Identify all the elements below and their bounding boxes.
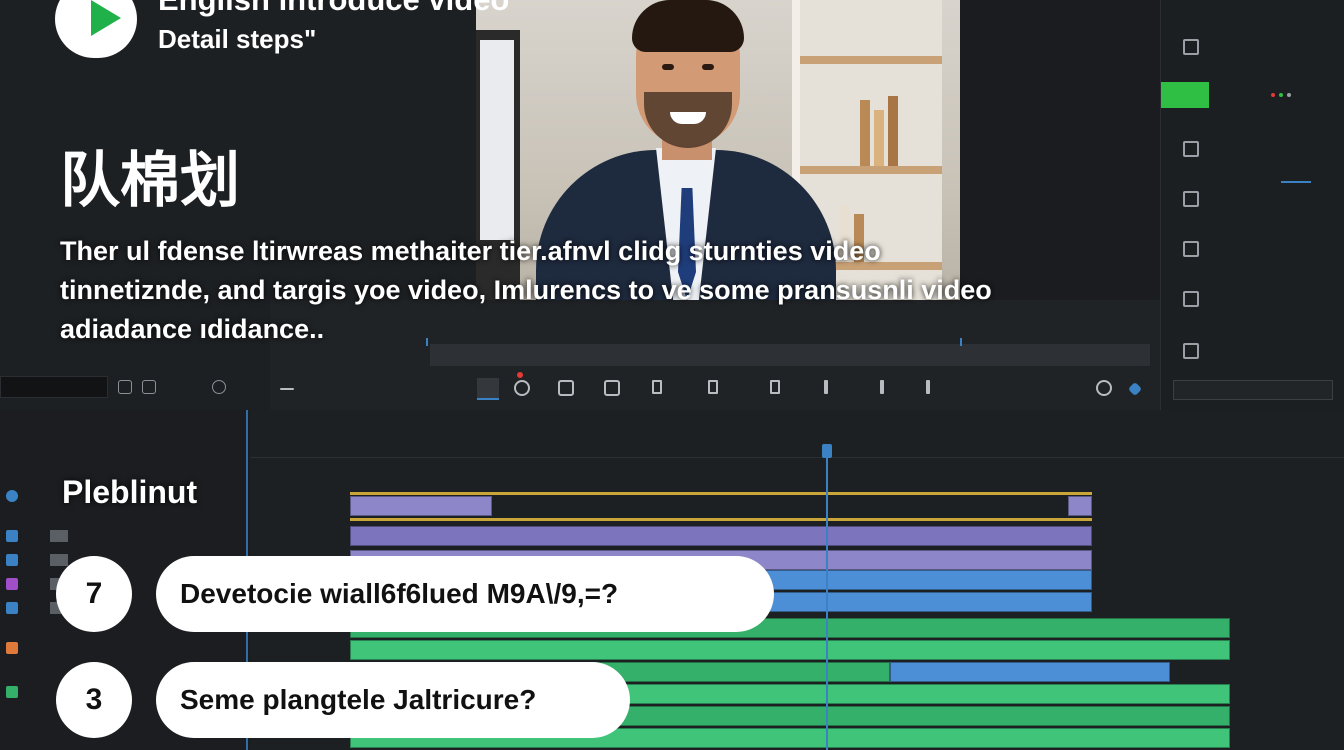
active-track-indicator[interactable] [1161,82,1209,108]
properties-item[interactable] [1173,232,1333,266]
audio-guide-track[interactable] [350,492,1092,495]
overlay-paragraph: Ther ul fdense ltirwreas methaiter tier.… [60,232,1170,349]
media-search-input[interactable] [0,376,108,398]
playhead-handle[interactable] [822,444,832,458]
record-icon[interactable] [517,372,523,378]
timeline-clip[interactable] [1068,496,1092,516]
overlay-title: English introduce video [158,0,509,18]
track-toggle[interactable] [6,578,18,590]
properties-item[interactable] [1173,30,1333,64]
track-toggle[interactable] [6,686,18,698]
search-icon[interactable] [118,380,132,394]
paragraph-line: tinnetiznde, and targis yoe video, Imlur… [60,275,992,305]
overlay-cjk-heading: 队棉划 [60,146,240,216]
paragraph-line: Ther ul fdense ltirwreas methaiter tier.… [60,236,881,266]
split-icon[interactable] [708,380,718,394]
apply-button[interactable] [1173,380,1333,400]
audio-guide-track[interactable] [350,518,1092,521]
export-icon [1183,343,1199,359]
document-icon [1183,39,1199,55]
link-icon[interactable] [880,380,884,394]
settings-icon[interactable] [212,380,226,394]
undo-icon[interactable] [1096,380,1112,396]
properties-panel [1160,0,1344,410]
audio-icon [1183,291,1199,307]
track-thumbnail [50,530,68,542]
properties-item[interactable] [1173,132,1333,166]
trash-icon[interactable] [652,380,662,394]
track-thumbnail [50,554,68,566]
ripple-icon[interactable] [824,380,828,394]
add-icon[interactable] [1127,381,1143,397]
properties-item[interactable] [1173,182,1333,216]
timeline-clip[interactable] [350,496,492,516]
preview-window-glass [480,40,514,240]
step-text: Devetocie wiall6f6lued M9A\/9,=? [156,556,774,632]
paragraph-line: adiadance ıdidance.. [60,314,325,344]
track-toggle[interactable] [6,490,18,502]
section-title: Pleblinut [62,474,198,510]
track-toggle[interactable] [6,554,18,566]
presenter-eye-right [702,64,714,70]
track-toggle[interactable] [6,602,18,614]
color-icon [1183,241,1199,257]
snap-icon[interactable] [926,380,930,394]
select-tool-icon[interactable] [477,378,499,400]
presenter-eye-left [662,64,674,70]
timeline-clip[interactable] [350,526,1092,546]
camera-icon[interactable] [514,380,530,396]
track-toggle[interactable] [6,642,18,654]
video-editor-app: English introduce video Detail steps" 队棉… [0,0,1344,750]
transform-icon [1183,191,1199,207]
timeline-ruler[interactable] [250,438,1344,458]
step-number: 3 [56,662,132,738]
properties-item[interactable] [1173,282,1333,316]
back-arrow-icon[interactable] [280,388,294,390]
layers-icon [1183,141,1199,157]
marker-icon[interactable] [770,380,780,394]
properties-item[interactable] [1173,334,1333,368]
text-tool-icon[interactable] [604,380,620,396]
playhead[interactable] [826,444,828,750]
step-number: 7 [56,556,132,632]
overlay-subtitle: Detail steps" [158,24,317,54]
timeline-clip[interactable] [890,662,1170,682]
presenter-hair [632,0,744,52]
crop-icon[interactable] [558,380,574,396]
filter-icon[interactable] [142,380,156,394]
track-toggle[interactable] [6,530,18,542]
step-text: Seme plangtele Jaltricure? [156,662,630,738]
timeline-clip[interactable] [350,640,1230,660]
